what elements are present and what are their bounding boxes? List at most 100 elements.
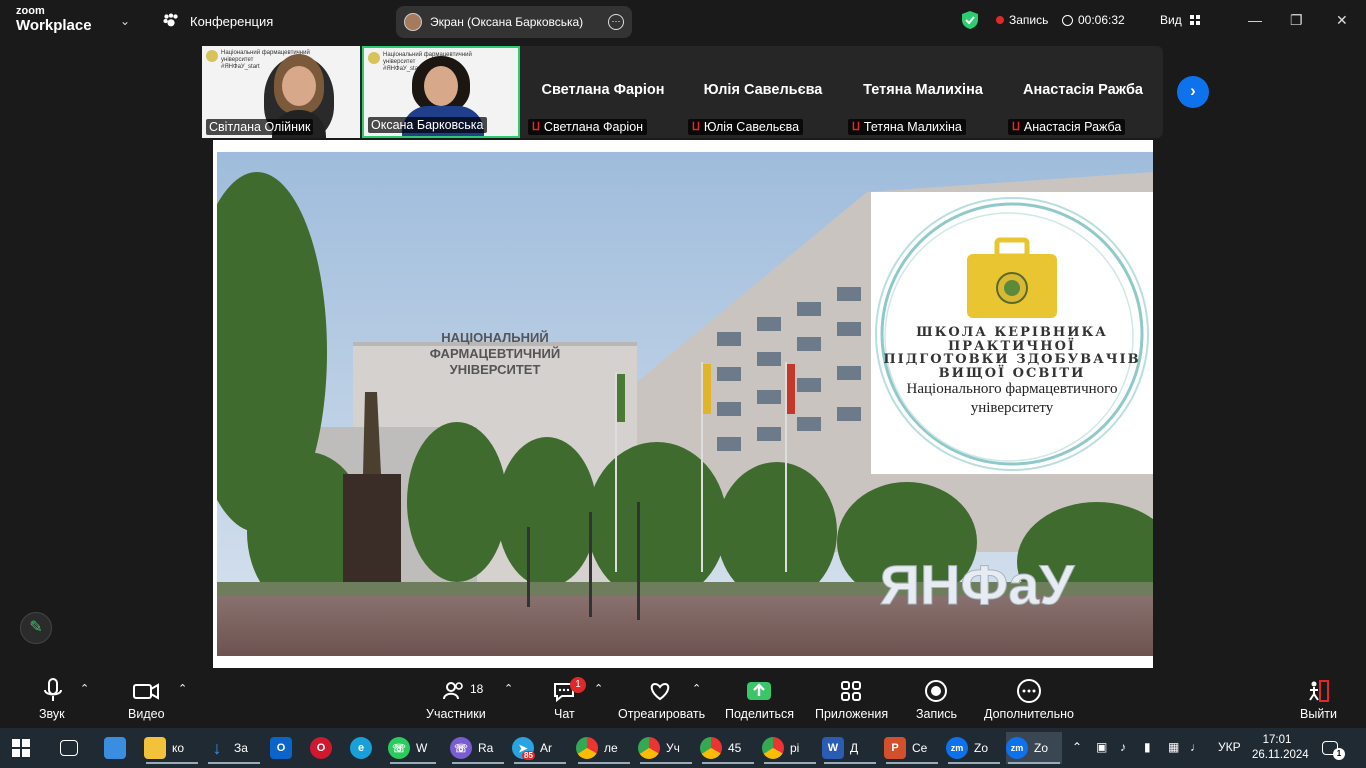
taskbar-chrome-2[interactable]: Уч xyxy=(638,732,694,764)
recording-indicator[interactable]: Запись xyxy=(996,13,1048,27)
chrome-icon xyxy=(576,737,598,759)
chat-caret-icon[interactable]: ⌃ xyxy=(594,682,603,695)
active-underline xyxy=(390,762,436,764)
taskbar-powerpoint[interactable]: P Се xyxy=(884,732,940,764)
university-logo-icon xyxy=(206,50,218,62)
close-icon[interactable]: ✕ xyxy=(1336,12,1348,29)
active-underline xyxy=(208,762,260,764)
edge-icon: e xyxy=(350,737,372,759)
taskbar-downloads[interactable]: ↓ За xyxy=(206,732,262,764)
taskbar-chrome-4[interactable]: рі xyxy=(762,732,818,764)
start-button[interactable] xyxy=(12,732,30,764)
audio-button[interactable]: Звук xyxy=(30,668,76,728)
participant-tile[interactable]: Анастасія Ражба ⨿ Анастасія Ражба xyxy=(1004,46,1162,138)
taskbar-chrome-1[interactable]: ле xyxy=(576,732,632,764)
meeting-info-button[interactable]: Конференция xyxy=(162,12,273,30)
chat-unread-badge: 1 xyxy=(570,677,586,693)
audio-options-caret-icon[interactable]: ⌃ xyxy=(80,682,89,695)
more-options-icon[interactable]: ⋯ xyxy=(608,14,624,30)
more-button[interactable]: Дополнительно xyxy=(982,668,1074,728)
leave-button[interactable]: Выйти xyxy=(1296,668,1340,728)
taskbar-outlook[interactable]: O xyxy=(270,732,292,764)
recording-label: Запись xyxy=(1009,13,1049,27)
leave-door-icon xyxy=(1309,680,1329,702)
tray-date: 26.11.2024 xyxy=(1252,749,1309,761)
video-options-caret-icon[interactable]: ⌃ xyxy=(178,682,187,695)
tray-clock[interactable]: 17:01 26.11.2024 xyxy=(1252,733,1309,763)
taskbar-word[interactable]: WД xyxy=(822,732,878,764)
tray-camera-icon[interactable]: ▣ xyxy=(1096,740,1107,754)
taskbar-telegram[interactable]: ➤ 85 Ar xyxy=(512,732,568,764)
viber-icon: ☏ xyxy=(450,737,472,759)
video-button[interactable]: Видео xyxy=(122,668,172,728)
chevron-right-icon: › xyxy=(1190,81,1196,100)
participant-tile[interactable]: Светлана Фаріон ⨿ Светлана Фаріон xyxy=(524,46,682,138)
view-button[interactable]: Вид xyxy=(1160,13,1200,27)
whatsapp-icon: ☏ xyxy=(388,737,410,759)
tray-overflow-chevron-icon[interactable]: ⌃ xyxy=(1072,740,1082,754)
tray-network-icon[interactable]: ▦ xyxy=(1168,740,1179,754)
react-button[interactable]: Отреагировать xyxy=(614,668,706,728)
taskbar-edge[interactable]: e xyxy=(350,732,372,764)
chat-button[interactable]: 1 Чат xyxy=(540,668,588,728)
record-button[interactable]: Запись xyxy=(912,668,960,728)
apps-button[interactable]: Приложения xyxy=(812,668,890,728)
taskbar-explorer[interactable]: ко xyxy=(144,732,200,764)
participant-name-tag: ⨿ Юлія Савельєва xyxy=(688,119,804,135)
participant-tile[interactable]: Юлія Савельєва ⨿ Юлія Савельєва xyxy=(684,46,842,138)
maximize-icon[interactable]: ❐ xyxy=(1290,12,1303,29)
taskbar-label: Zo xyxy=(974,741,989,755)
taskbar-label: рі xyxy=(790,741,800,755)
chevron-down-icon[interactable]: ⌄ xyxy=(120,14,130,28)
badge-title-line2: ПРАКТИЧНОЇ xyxy=(948,338,1076,354)
task-view-button[interactable] xyxy=(60,732,78,764)
participant-tile[interactable]: Тетяна Малихіна ⨿ Тетяна Малихіна xyxy=(844,46,1002,138)
windows-taskbar: ко ↓ За O O e ☏ W ☏ Ra ➤ 85 Ar ле Уч 45 рі WД… xyxy=(0,728,1366,768)
telegram-badge: 85 xyxy=(522,751,535,760)
participants-caret-icon[interactable]: ⌃ xyxy=(504,682,513,695)
react-caret-icon[interactable]: ⌃ xyxy=(692,682,701,695)
participant-face xyxy=(424,66,458,106)
taskbar-store[interactable] xyxy=(104,732,126,764)
badge-title-line3: ПІДГОТОВКИ ЗДОБУВАЧІВ xyxy=(883,352,1141,367)
grid-view-icon xyxy=(1189,15,1200,25)
tray-volume-icon[interactable]: ♩ xyxy=(1190,740,1202,754)
meeting-icon xyxy=(163,13,178,27)
taskbar-label: Се xyxy=(912,741,928,755)
outlook-icon: O xyxy=(270,737,292,759)
letters-sign: ЯНФаУ xyxy=(880,553,1076,616)
more-label: Дополнительно xyxy=(984,707,1074,721)
tray-microphone-icon[interactable]: ♪ xyxy=(1120,740,1126,754)
taskbar-viber[interactable]: ☏ Ra xyxy=(450,732,506,764)
taskbar-zoom-2-active[interactable]: zm Zo xyxy=(1006,732,1062,764)
taskbar-opera[interactable]: O xyxy=(310,732,332,764)
badge-title-line4: ВИЩОЇ ОСВІТИ xyxy=(938,365,1086,381)
word-icon: W xyxy=(822,737,844,759)
share-screen-icon xyxy=(747,682,771,700)
taskbar-whatsapp[interactable]: ☏ W xyxy=(388,732,438,764)
video-tile[interactable]: Національний фармацевтичний університет #… xyxy=(202,46,360,138)
folder-icon xyxy=(144,737,166,759)
share-button[interactable]: Поделиться xyxy=(722,668,794,728)
video-label: Видео xyxy=(128,707,165,721)
taskbar-chrome-3[interactable]: 45 xyxy=(700,732,756,764)
notification-count: 1 xyxy=(1333,748,1345,760)
screen-share-pill[interactable]: Экран (Оксана Барковська) ⋯ xyxy=(396,6,632,38)
minimize-icon[interactable]: — xyxy=(1248,12,1262,28)
participant-name-tag: ⨿ Анастасія Ражба xyxy=(1008,119,1126,135)
taskbar-label: Ar xyxy=(540,741,552,755)
video-tile-active-speaker[interactable]: Національний фармацевтичний університет #… xyxy=(362,46,520,138)
active-underline xyxy=(1008,762,1060,764)
annotate-pencil-button[interactable]: ✎ xyxy=(20,612,52,644)
participant-display-name: Юлія Савельєва xyxy=(703,82,823,98)
shield-check-icon[interactable] xyxy=(962,11,978,29)
taskbar-zoom-1[interactable]: zm Zo xyxy=(946,732,1002,764)
next-page-button[interactable]: › xyxy=(1177,76,1209,108)
meeting-toolbar: Звук ⌃ Видео ⌃ 18 Участники ⌃ 1 Чат ⌃ От… xyxy=(0,668,1366,728)
tray-battery-icon[interactable]: ▮ xyxy=(1144,740,1151,754)
participants-button[interactable]: 18 Участники xyxy=(420,668,496,728)
notifications-button[interactable]: 1 xyxy=(1322,732,1345,764)
taskbar-label: Zo xyxy=(1034,741,1049,755)
taskbar-label: За xyxy=(234,741,248,755)
tray-language[interactable]: УКР xyxy=(1218,740,1241,754)
